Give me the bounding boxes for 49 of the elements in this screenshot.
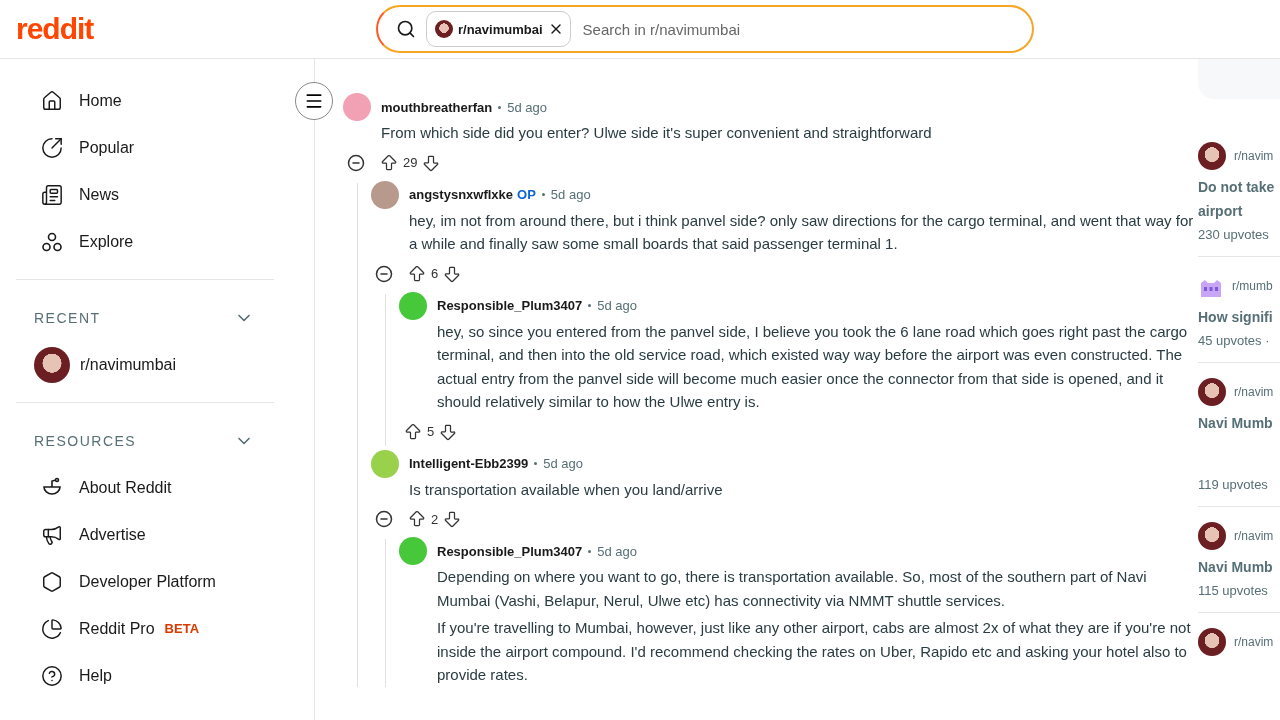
comment-text: hey, im not from around there, but i think panvel side? only saw directions for the cargo terminal, and went that way for a while and finally saw some small boards that said passenger terminal 1. bbox=[409, 210, 1195, 254]
community-name[interactable]: r/navim bbox=[1234, 149, 1274, 163]
beta-label: BETA bbox=[164, 621, 200, 636]
upvote-count: 230 upvotes bbox=[1198, 227, 1270, 242]
sidebar-item[interactable]: r/navimumbai bbox=[16, 341, 274, 388]
community-name[interactable]: r/mumb bbox=[1232, 279, 1273, 293]
sidebar-item[interactable]: Explore bbox=[16, 218, 274, 265]
post-title[interactable]: Navi Mumb bbox=[1198, 411, 1280, 435]
comment-text: Depending on where you want to go, there is transportation available. So, most of the southern part of Navi Mumbai (Vashi, Belapur, Nerul, Ulwe etc) has connectivity via NMMT shuttle services. bbox=[437, 567, 1148, 611]
comment-text: Is transportation available when you land/arrive bbox=[409, 479, 724, 500]
sidebar-item[interactable]: Help bbox=[16, 652, 274, 699]
comment-author[interactable]: angstysnxwflxke bbox=[409, 187, 514, 202]
comment-time: 5d ago bbox=[543, 456, 583, 471]
sidebar-item[interactable]: Developer Platform bbox=[16, 558, 274, 605]
community-name[interactable]: r/navim bbox=[1234, 385, 1274, 399]
comment-time: 5d ago bbox=[507, 99, 547, 115]
post-title[interactable]: Navi Mumb bbox=[1198, 555, 1280, 579]
comment-author[interactable]: Responsible_Plum3407 bbox=[437, 543, 583, 559]
community-name[interactable]: r/navim bbox=[1234, 529, 1274, 543]
sidebar-item[interactable]: Home bbox=[16, 77, 274, 124]
comment-time: 5d ago bbox=[550, 187, 591, 202]
sidebar-item[interactable]: Popular bbox=[16, 124, 274, 171]
vote-count: 5 bbox=[427, 424, 435, 439]
section-header[interactable]: RESOURCES bbox=[16, 417, 274, 464]
op-label: OP bbox=[517, 187, 536, 202]
vote-count: 6 bbox=[431, 266, 439, 281]
upvote-count: 115 upvotes bbox=[1198, 583, 1269, 598]
sidebar-item[interactable]: Advertise bbox=[16, 511, 274, 558]
community-name[interactable]: r/navim bbox=[1234, 635, 1274, 649]
search-field[interactable]: r/navimumbai Search in r/navimumbai bbox=[376, 5, 1034, 53]
vote-count: 2 bbox=[431, 511, 439, 527]
post-title[interactable]: Do not take airport bbox=[1198, 175, 1280, 223]
sidebar-item[interactable]: News bbox=[16, 171, 274, 218]
post-title[interactable]: How signifi bbox=[1198, 305, 1280, 329]
comment-author[interactable]: Intelligent-Ebb2399 bbox=[409, 456, 529, 471]
comment-text: If you're travelling to Mumbai, however, just like any other airport, cabs are almost 2x of what they are if you're not inside the airport compound. I'd recommend checking the rates on Uber, Rapido etc and asking your hotel also to provide rates. bbox=[437, 618, 1192, 685]
comment-author[interactable]: Responsible_Plum3407 bbox=[437, 298, 583, 313]
comment-time: 5d ago bbox=[597, 543, 637, 559]
comment-time: 5d ago bbox=[597, 298, 637, 313]
vote-count: 29 bbox=[403, 155, 418, 170]
upvote-count: 45 upvotes · bbox=[1198, 333, 1271, 348]
comment-text: hey, so since you entered from the panvel side, I believe you took the 6 lane road which goes right past the cargo terminal, and then into the old service road, which existed way way before the airport was even constructed. The actual entry from the panvel side will become much easier once the connector from that side is opened, and it should relatively similar to how the Ulwe entry is. bbox=[437, 321, 1189, 412]
sidebar-item[interactable]: Reddit Pro BETA bbox=[16, 605, 274, 652]
comment-author[interactable]: mouthbreatherfan bbox=[381, 99, 493, 115]
community-chip[interactable]: r/navimumbai bbox=[426, 11, 571, 47]
sidebar-item[interactable]: About Reddit bbox=[16, 464, 274, 511]
comment-text: From which side did you enter? Ulwe side it's super convenient and straightforward bbox=[381, 123, 933, 143]
upvote-count: 119 upvotes bbox=[1198, 477, 1269, 492]
section-header[interactable]: RECENT bbox=[16, 294, 274, 341]
